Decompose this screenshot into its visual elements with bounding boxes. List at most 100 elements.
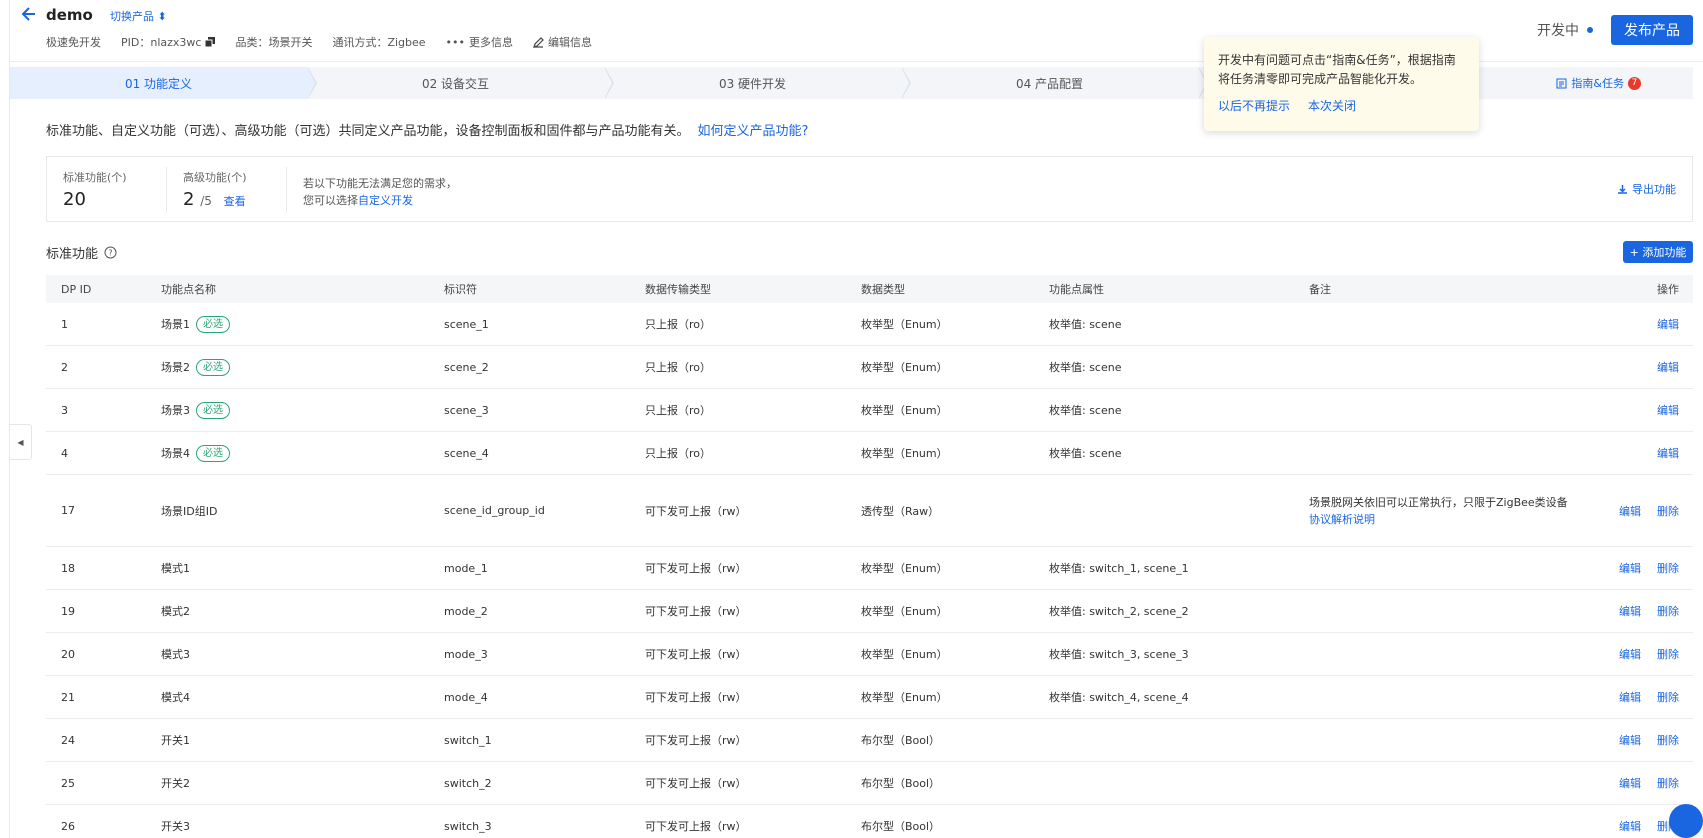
close-once-link[interactable]: 本次关闭 [1308, 97, 1356, 116]
cell-code: mode_4 [444, 690, 488, 704]
edit-info-button[interactable]: 编辑信息 [533, 34, 592, 50]
download-icon [1618, 184, 1627, 194]
cell-transfer: 可下发可上报（rw） [645, 777, 747, 790]
delete-link[interactable]: 删除 [1657, 646, 1679, 662]
step-label: 03 硬件开发 [718, 76, 787, 91]
delete-link[interactable]: 删除 [1657, 689, 1679, 705]
how-to-define-link[interactable]: 如何定义产品功能? [698, 124, 809, 139]
cell-name: 开关3 [146, 818, 429, 834]
edit-link[interactable]: 编辑 [1619, 818, 1641, 834]
cell-type: 枚举型（Enum） [861, 361, 948, 374]
table-header: DP ID 功能点名称 标识符 数据传输类型 数据类型 功能点属性 备注 操作 [46, 275, 1693, 303]
more-info-button[interactable]: ••• 更多信息 [446, 34, 513, 50]
product-title: demo [46, 6, 93, 24]
guide-tasks-button[interactable]: 指南&任务 7 [1556, 67, 1641, 99]
cell-code: scene_2 [444, 360, 489, 374]
function-name: 模式2 [161, 605, 190, 618]
edit-link[interactable]: 编辑 [1657, 445, 1679, 461]
cell-transfer: 可下发可上报（rw） [645, 605, 747, 618]
standard-value: 20 [63, 189, 86, 210]
edit-link[interactable]: 编辑 [1619, 560, 1641, 576]
collapse-sidebar-button[interactable]: ◀ [10, 424, 32, 460]
step-device-interaction[interactable]: 02 设备交互 [307, 67, 614, 99]
publish-product-button[interactable]: 发布产品 [1611, 15, 1693, 45]
table-row: 1 场景1 必选 scene_1 只上报（ro） 枚举型（Enum） 枚举值: scene 编… [46, 303, 1693, 346]
export-button[interactable]: 导出功能 [1617, 181, 1676, 197]
cell-transfer: 只上报（ro） [645, 361, 712, 374]
function-name: 模式4 [161, 691, 190, 704]
edit-link[interactable]: 编辑 [1619, 503, 1641, 519]
chat-support-button[interactable] [1669, 804, 1703, 838]
switch-product-button[interactable]: 切换产品 ⬍ [110, 8, 167, 24]
edit-link[interactable]: 编辑 [1657, 402, 1679, 418]
required-tag: 必选 [196, 401, 230, 419]
function-name: 开关2 [161, 777, 190, 790]
header-ops: 操作 [1657, 283, 1679, 296]
delete-link[interactable]: 删除 [1657, 732, 1679, 748]
protocol-doc-link[interactable]: 协议解析说明 [1309, 513, 1375, 526]
delete-link[interactable]: 删除 [1657, 560, 1679, 576]
header-dp-id: DP ID [61, 282, 92, 296]
cell-dp-id: 2 [61, 360, 68, 374]
cell-type: 枚举型（Enum） [861, 404, 948, 417]
never-show-link[interactable]: 以后不再提示 [1218, 97, 1290, 116]
edit-link[interactable]: 编辑 [1657, 359, 1679, 375]
cell-transfer: 可下发可上报（rw） [645, 691, 747, 704]
cell-name: 开关1 [146, 732, 429, 748]
add-function-button[interactable]: + 添加功能 [1623, 241, 1693, 263]
cell-transfer: 可下发可上报（rw） [645, 648, 747, 661]
step-product-config[interactable]: 04 产品配置 [901, 67, 1208, 99]
cell-name: 场景ID组ID [146, 503, 429, 519]
more-info-label: 更多信息 [469, 36, 514, 49]
cell-name: 模式1 [146, 560, 429, 576]
edit-link[interactable]: 编辑 [1657, 316, 1679, 332]
step-hardware-development[interactable]: 03 硬件开发 [604, 67, 911, 99]
section-header: 标准功能 ? [46, 243, 117, 262]
cell-dp-id: 17 [61, 504, 75, 517]
cell-dp-id: 3 [61, 403, 68, 417]
edit-link[interactable]: 编辑 [1619, 689, 1641, 705]
delete-link[interactable]: 删除 [1657, 603, 1679, 619]
cell-ops: 编辑 删除 [1579, 603, 1693, 619]
cell-dp-id: 24 [61, 733, 75, 747]
table-row: 24 开关1 switch_1 可下发可上报（rw） 布尔型（Bool） 编辑 删除 [46, 719, 1693, 762]
cell-ops: 编辑 删除 [1579, 775, 1693, 791]
required-tag: 必选 [196, 358, 230, 376]
cell-remark: 场景脱网关依旧可以正常执行，只限于ZigBee类设备 协议解析说明 [1294, 494, 1579, 528]
function-name: 场景4 [161, 447, 190, 460]
function-name: 开关3 [161, 820, 190, 833]
step-function-definition[interactable]: 01 功能定义 [10, 67, 317, 99]
delete-link[interactable]: 删除 [1657, 775, 1679, 791]
cell-code: scene_4 [444, 446, 489, 460]
edit-link[interactable]: 编辑 [1619, 646, 1641, 662]
product-meta: 极速免开发 PID：nlazx3wc 品类：场景开关 通讯方式：Zigbee •… [46, 34, 592, 50]
cell-transfer: 只上报（ro） [645, 404, 712, 417]
copy-icon[interactable] [205, 37, 216, 47]
edit-link[interactable]: 编辑 [1619, 603, 1641, 619]
edit-link[interactable]: 编辑 [1619, 732, 1641, 748]
step-label: 04 产品配置 [1015, 76, 1084, 91]
function-name: 模式3 [161, 648, 190, 661]
chevron-left-icon: ◀ [17, 437, 24, 447]
header-type: 数据类型 [861, 283, 905, 296]
function-name: 开关1 [161, 734, 190, 747]
cell-name: 模式4 [146, 689, 429, 705]
header-name: 功能点名称 [161, 283, 216, 296]
export-label: 导出功能 [1632, 183, 1676, 196]
cell-transfer: 可下发可上报（rw） [645, 562, 747, 575]
help-icon[interactable]: ? [104, 246, 117, 259]
back-arrow-icon[interactable] [20, 5, 38, 23]
dev-mode: 极速免开发 [46, 36, 101, 49]
advanced-view-link[interactable]: 查看 [224, 195, 246, 208]
cell-dp-id: 1 [61, 317, 68, 331]
left-edge [0, 0, 10, 838]
cell-type: 枚举型（Enum） [861, 562, 948, 575]
cell-code: switch_1 [444, 733, 492, 747]
status-label: 开发中 [1537, 23, 1579, 39]
cell-ops: 编辑 删除 [1579, 503, 1693, 519]
table-row: 4 场景4 必选 scene_4 只上报（ro） 枚举型（Enum） 枚举值: scene 编… [46, 432, 1693, 475]
edit-link[interactable]: 编辑 [1619, 775, 1641, 791]
custom-dev-link[interactable]: 自定义开发 [358, 194, 413, 207]
delete-link[interactable]: 删除 [1657, 503, 1679, 519]
step-label: 02 设备交互 [421, 76, 490, 91]
